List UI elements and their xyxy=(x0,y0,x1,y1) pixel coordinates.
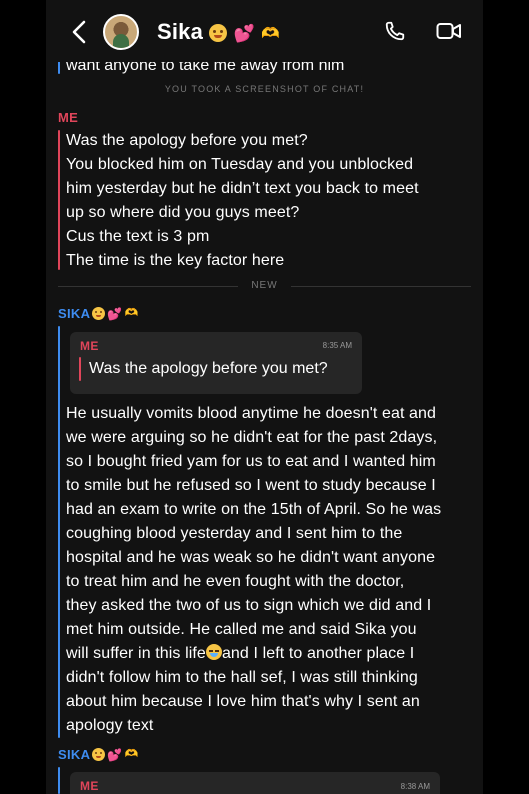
clipped-message-bar xyxy=(58,60,60,74)
message-line: up so where did you guys meet? xyxy=(66,204,300,221)
message-bar-sika xyxy=(58,767,60,794)
quoted-message-text: Was the apology before you met? xyxy=(89,360,328,377)
message-line: we were arguing so he didn't eat for the… xyxy=(66,429,438,446)
screenshot-notice: YOU TOOK A SCREENSHOT OF CHAT! xyxy=(164,84,365,94)
message-line: about him because I love him that's why … xyxy=(66,693,420,710)
new-messages-divider: NEW xyxy=(58,280,471,291)
message-bar-sika xyxy=(58,326,60,738)
quoted-message-card[interactable]: ME 8:35 AM Was the apology before you me… xyxy=(70,332,362,394)
quoted-message-card[interactable]: ME 8:38 AM xyxy=(70,772,440,794)
sender-name: SIKA xyxy=(58,306,91,321)
phone-icon xyxy=(385,21,405,41)
chevron-left-icon xyxy=(72,20,86,44)
heart-hands-emoji-icon: 🫶 xyxy=(124,748,139,760)
video-call-button[interactable] xyxy=(436,21,462,46)
message-line: will suffer in this life and I left to an… xyxy=(66,642,414,666)
quoted-sender-label: ME xyxy=(80,339,99,353)
message-line: had an exam to write on the 15th of Apri… xyxy=(66,501,442,518)
two-hearts-emoji-icon: 💕 xyxy=(107,306,123,321)
message-bar-me xyxy=(58,130,60,270)
flushed-face-emoji-icon xyxy=(209,24,228,43)
heart-hands-emoji-icon: 🫶 xyxy=(124,307,139,319)
message-line: him yesterday but he didn’t text you bac… xyxy=(66,180,419,197)
divider-line xyxy=(291,286,471,287)
sender-label-sika: SIKA 💕 🫶 xyxy=(58,747,139,762)
chat-window: want anyone to take me away from him YOU… xyxy=(46,0,483,794)
message-line: to smile but he refused so I went to stu… xyxy=(66,477,436,494)
two-hearts-emoji-icon: 💕 xyxy=(107,747,123,762)
message-line: He usually vomits blood anytime he doesn… xyxy=(66,405,437,422)
message-line: so I bought fried yam for us to eat and … xyxy=(66,453,436,470)
quoted-timestamp: 8:38 AM xyxy=(400,782,430,791)
message-line: You blocked him on Tuesday and you unblo… xyxy=(66,156,414,173)
crying-face-emoji-icon xyxy=(205,644,222,660)
call-button[interactable] xyxy=(384,20,406,47)
message-line: they asked the two of us to sign which w… xyxy=(66,597,432,614)
avatar[interactable] xyxy=(103,14,139,50)
sender-name: SIKA xyxy=(58,747,91,762)
flushed-face-emoji-icon xyxy=(92,307,106,320)
message-line: The time is the key factor here xyxy=(66,252,285,269)
quoted-message-bar xyxy=(79,357,81,381)
contact-name[interactable]: Sika 💕 🫶 xyxy=(157,19,280,45)
quoted-timestamp: 8:35 AM xyxy=(322,341,352,350)
message-line: met him outside. He called me and said S… xyxy=(66,621,417,638)
contact-name-text: Sika xyxy=(157,19,204,44)
message-line: to treat him and he even fought with the… xyxy=(66,573,405,590)
message-line: Cus the text is 3 pm xyxy=(66,228,210,245)
sender-label-sika: SIKA 💕 🫶 xyxy=(58,306,139,321)
two-hearts-emoji-icon: 💕 xyxy=(233,23,256,43)
message-line: apology text xyxy=(66,717,154,734)
message-line-part: will suffer in this life xyxy=(66,645,206,662)
video-camera-icon xyxy=(436,23,461,39)
flushed-face-emoji-icon xyxy=(92,748,106,761)
chat-thread[interactable]: want anyone to take me away from him YOU… xyxy=(46,0,483,794)
message-line: didn't follow him to the hall sef, I was… xyxy=(66,669,418,686)
back-button[interactable] xyxy=(66,18,92,46)
message-line: hospital and he was weak so he didn't wa… xyxy=(66,549,436,566)
quoted-sender-label: ME xyxy=(80,779,99,793)
message-line: coughing blood yesterday and I sent him … xyxy=(66,525,403,542)
message-line-part: and I left to another place I xyxy=(221,645,415,662)
message-line: Was the apology before you met? xyxy=(66,132,308,149)
heart-hands-emoji-icon: 🫶 xyxy=(261,24,281,42)
sender-label-me: ME xyxy=(58,110,79,125)
chat-header: Sika 💕 🫶 xyxy=(46,0,483,62)
